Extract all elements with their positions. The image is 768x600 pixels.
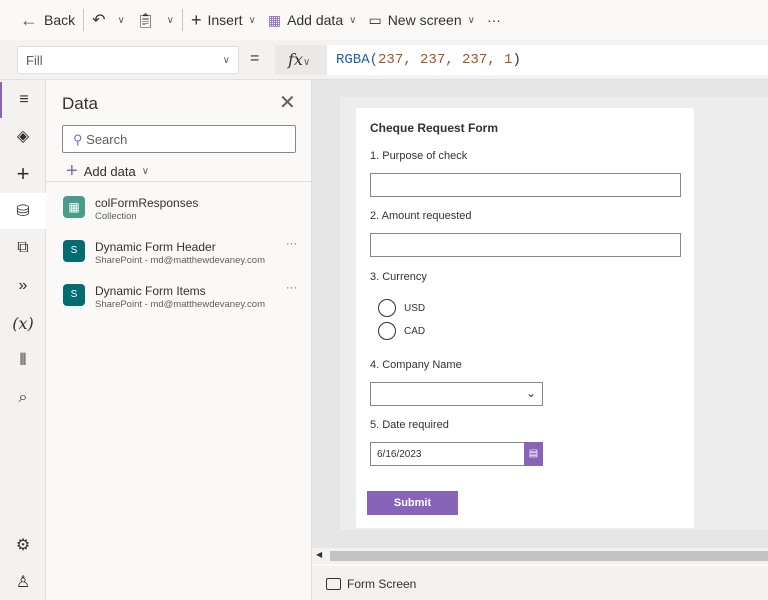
paste-button[interactable]: 📋︎ (131, 12, 161, 29)
label-date: 5. Date required (370, 419, 449, 431)
radio-cad[interactable] (378, 322, 396, 340)
search-icon: ⚲ (73, 132, 83, 147)
divider (83, 9, 85, 31)
chevron-down-icon: ∨ (467, 14, 475, 26)
label-currency: 3. Currency (370, 271, 427, 283)
search-icon[interactable]: ⌕ (0, 380, 46, 416)
label-company: 4. Company Name (370, 359, 462, 371)
power-automate-icon[interactable]: » (0, 268, 46, 304)
equals-sign: = (250, 50, 260, 67)
label-amount: 2. Amount requested (370, 210, 472, 222)
radio-label: USD (404, 303, 426, 314)
chevron-down-icon: ∨ (302, 57, 311, 68)
formula-input[interactable]: RGBA(237, 237, 237, 1) (327, 45, 768, 75)
chevron-down-icon: ∨ (141, 166, 150, 177)
chevron-down-icon: ∨ (248, 14, 256, 26)
undo-button[interactable]: ↶ (86, 10, 111, 30)
sharepoint-icon: S (63, 240, 85, 262)
add-data-button[interactable]: ▦ Add data ∨ (262, 12, 363, 29)
toolbar: ← Back ↶ ∨ 📋︎ ∨ + Insert ∨ ▦ Add data ∨ ▭ New … (0, 0, 768, 40)
more-button[interactable]: ··· (481, 12, 507, 28)
screen-icon (326, 578, 341, 590)
arrow-left-icon: ← (20, 9, 38, 30)
screen-tabs: Form Screen (312, 566, 768, 600)
insert-button[interactable]: + Insert ∨ (185, 10, 262, 31)
table-add-icon: ▦ (267, 11, 282, 28)
divider (181, 9, 183, 31)
submit-button[interactable]: Submit (367, 491, 458, 515)
chevron-down-icon: ⌄ (525, 386, 536, 400)
add-data-button[interactable]: + Add data ∨ (66, 160, 149, 183)
label-purpose: 1. Purpose of check (370, 150, 468, 162)
menu-icon[interactable]: ≡ (0, 82, 46, 118)
scrollbar-thumb[interactable] (330, 551, 768, 561)
horizontal-scrollbar[interactable]: ◀ (312, 548, 768, 564)
tools-icon[interactable]: ⫴ (0, 343, 46, 379)
radio-label: CAD (404, 326, 426, 337)
chevron-down-icon: ∨ (117, 14, 125, 26)
calendar-icon[interactable]: ▤ (524, 442, 543, 466)
formula-bar: Fill ∨ = fx∨ RGBA(237, 237, 237, 1) (0, 40, 768, 80)
back-button[interactable]: ← Back (0, 10, 81, 31)
list-item[interactable]: ▦ colFormResponses Collection (46, 188, 312, 228)
divider (46, 181, 312, 182)
amount-input[interactable] (370, 233, 681, 257)
form-card: Cheque Request Form 1. Purpose of check … (356, 108, 694, 528)
virtual-agent-icon[interactable]: ♙ (0, 564, 46, 600)
search-input[interactable]: ⚲ Search (62, 125, 296, 153)
scroll-left-icon[interactable]: ◀ (316, 550, 322, 559)
plus-icon: + (66, 160, 78, 182)
undo-dropdown[interactable]: ∨ (112, 15, 131, 26)
close-icon[interactable]: ✕ (279, 90, 296, 115)
chevron-down-icon: ∨ (222, 55, 230, 66)
list-item[interactable]: S Dynamic Form Items SharePoint - md@mat… (46, 276, 312, 316)
company-dropdown[interactable]: ⌄ (370, 382, 543, 406)
left-rail: ≡ ◈ + ⛁ ⧉ » (x) ⫴ ⌕ ⚙ ♙ (0, 80, 46, 600)
undo-icon: ↶ (92, 12, 106, 29)
settings-icon[interactable]: ⚙ (0, 527, 46, 563)
list-item[interactable]: S Dynamic Form Header SharePoint - md@ma… (46, 232, 312, 272)
plus-icon: + (190, 9, 202, 30)
more-icon[interactable]: ··· (286, 282, 297, 294)
chevron-down-icon: ∨ (349, 14, 357, 26)
paste-dropdown[interactable]: ∨ (161, 15, 180, 26)
layers-icon[interactable]: ◈ (0, 118, 46, 154)
sharepoint-icon: S (63, 284, 85, 306)
more-icon[interactable]: ··· (286, 238, 297, 250)
new-screen-icon: ▭ (368, 11, 382, 28)
variables-icon[interactable]: (x) (0, 305, 46, 341)
radio-usd[interactable] (378, 299, 396, 317)
new-screen-button[interactable]: ▭ New screen ∨ (362, 12, 480, 29)
media-icon[interactable]: ⧉ (0, 230, 46, 266)
insert-icon[interactable]: + (0, 156, 46, 192)
chevron-down-icon: ∨ (166, 14, 174, 26)
panel-title: Data (62, 94, 98, 113)
fx-button[interactable]: fx∨ (275, 45, 327, 75)
date-picker[interactable]: 6/16/2023 ▤ (370, 442, 543, 466)
screen-tab-form[interactable]: Form Screen (326, 577, 416, 591)
clipboard-icon: 📋︎ (136, 11, 155, 28)
data-panel: Data ✕ ⚲ Search + Add data ∨ ▦ colFormResp… (46, 80, 312, 600)
collection-icon: ▦ (63, 196, 85, 218)
form-title: Cheque Request Form (370, 121, 499, 135)
property-dropdown[interactable]: Fill ∨ (17, 46, 239, 74)
purpose-input[interactable] (370, 173, 681, 197)
data-icon[interactable]: ⛁ (0, 193, 46, 229)
